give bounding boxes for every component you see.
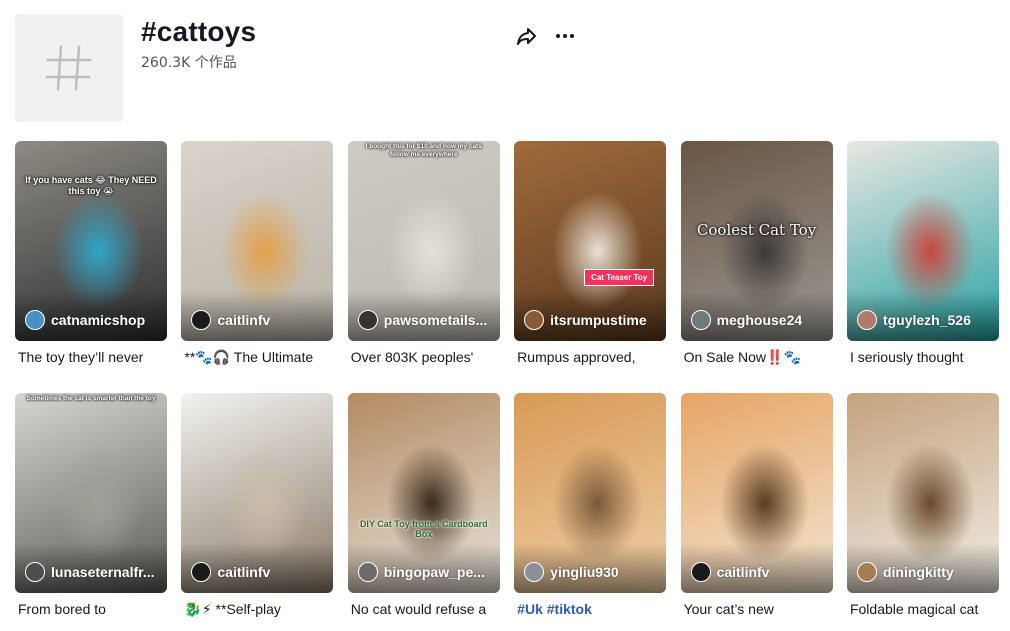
more-icon[interactable] — [553, 24, 577, 48]
video-overlay-text: DIY Cat Toy from a Cardboard Box — [359, 519, 488, 539]
video-thumbnail[interactable]: Sometimes the cat is smarter than the to… — [15, 393, 167, 593]
video-caption[interactable]: Over 803K peoples' — [348, 347, 496, 367]
author-row[interactable]: bingopaw_pe... — [357, 562, 494, 582]
video-card[interactable]: Coolest Cat Toy meghouse24 On Sale Now‼️🐾 — [680, 141, 833, 367]
author-name[interactable]: bingopaw_pe... — [384, 564, 485, 580]
video-card[interactable]: I bought this for $10 and now my cats fo… — [347, 141, 500, 367]
author-row[interactable]: yingliu930 — [524, 562, 660, 582]
video-caption[interactable]: On Sale Now‼️🐾 — [681, 347, 829, 367]
video-card[interactable]: Cat Teaser Toy itsrumpustime Rumpus approv… — [514, 141, 667, 367]
avatar[interactable] — [856, 310, 877, 330]
video-card[interactable]: yingliu930 #Uk #tiktok — [514, 393, 667, 619]
video-overlay-text: I bought this for $10 and now my cats fo… — [365, 143, 482, 158]
video-thumbnail[interactable]: yingliu930 — [514, 393, 667, 593]
avatar[interactable] — [191, 310, 212, 330]
author-row[interactable]: caitlinfv — [191, 310, 327, 330]
video-thumbnail[interactable]: DIY Cat Toy from a Cardboard Box bingopaw… — [347, 393, 500, 593]
video-caption[interactable]: Your cat’s new — [681, 599, 829, 619]
video-card[interactable]: DIY Cat Toy from a Cardboard Box bingopaw… — [347, 393, 500, 619]
video-thumbnail[interactable]: tguylezh_526 — [846, 141, 999, 341]
author-name[interactable]: itsrumpustime — [550, 312, 646, 328]
author-row[interactable]: lunaseternalfr... — [25, 562, 161, 582]
video-grid: If you have cats 😂 They NEED this toy 😭 c… — [15, 141, 1000, 619]
author-name[interactable]: caitlinfv — [717, 564, 770, 580]
video-overlay-text: Cat Teaser Toy — [584, 269, 655, 286]
video-overlay-text: Coolest Cat Toy — [696, 221, 817, 239]
video-thumbnail[interactable]: diningkitty — [846, 393, 999, 593]
avatar[interactable] — [690, 310, 711, 330]
video-card[interactable]: If you have cats 😂 They NEED this toy 😭 c… — [15, 141, 167, 367]
video-caption[interactable]: #Uk #tiktok — [514, 599, 662, 619]
author-name[interactable]: tguylezh_526 — [883, 312, 971, 328]
video-caption[interactable]: Foldable magical cat — [847, 599, 995, 619]
share-icon[interactable] — [515, 24, 539, 48]
video-card[interactable]: caitlinfv 🐉⚡ **Self-play — [181, 393, 334, 619]
video-count: 260.3K 个作品 — [141, 55, 237, 71]
author-row[interactable]: caitlinfv — [191, 562, 327, 582]
video-card[interactable]: caitlinfv Your cat’s new — [680, 393, 833, 619]
video-caption[interactable]: 🐉⚡ **Self-play — [181, 599, 329, 619]
video-thumbnail[interactable]: Coolest Cat Toy meghouse24 — [680, 141, 833, 341]
author-name[interactable]: catnamicshop — [51, 312, 145, 328]
video-card[interactable]: diningkitty Foldable magical cat — [846, 393, 999, 619]
avatar[interactable] — [191, 562, 212, 582]
video-caption[interactable]: From bored to — [15, 599, 163, 619]
avatar[interactable] — [524, 562, 545, 582]
avatar[interactable] — [25, 562, 45, 582]
author-name[interactable]: yingliu930 — [550, 564, 618, 580]
video-caption[interactable]: **🐾🎧 The Ultimate — [181, 347, 329, 367]
video-card[interactable]: Sometimes the cat is smarter than the to… — [15, 393, 167, 619]
author-name[interactable]: diningkitty — [883, 564, 954, 580]
page-title: #cattoys — [141, 16, 257, 47]
video-card[interactable]: caitlinfv **🐾🎧 The Ultimate — [181, 141, 334, 367]
author-row[interactable]: pawsometails... — [357, 310, 494, 330]
avatar[interactable] — [357, 562, 378, 582]
video-caption[interactable]: The toy they’ll never — [15, 347, 163, 367]
avatar[interactable] — [690, 562, 711, 582]
author-row[interactable]: itsrumpustime — [524, 310, 660, 330]
video-thumbnail[interactable]: Cat Teaser Toy itsrumpustime — [514, 141, 667, 341]
video-thumbnail[interactable]: caitlinfv — [181, 141, 334, 341]
hashtag-icon — [15, 14, 123, 122]
video-thumbnail[interactable]: If you have cats 😂 They NEED this toy 😭 c… — [15, 141, 167, 341]
author-row[interactable]: catnamicshop — [25, 310, 161, 330]
video-overlay-text: If you have cats 😂 They NEED this toy 😭 — [25, 175, 157, 196]
author-row[interactable]: caitlinfv — [690, 562, 827, 582]
avatar[interactable] — [25, 310, 45, 330]
tag-header: #cattoys 260.3K 个作品 — [15, 14, 995, 124]
video-caption[interactable]: I seriously thought — [847, 347, 995, 367]
video-caption[interactable]: No cat would refuse a — [348, 599, 496, 619]
author-row[interactable]: tguylezh_526 — [856, 310, 993, 330]
video-thumbnail[interactable]: caitlinfv — [181, 393, 334, 593]
author-row[interactable]: diningkitty — [856, 562, 993, 582]
avatar[interactable] — [856, 562, 877, 582]
avatar[interactable] — [357, 310, 378, 330]
avatar[interactable] — [524, 310, 545, 330]
video-thumbnail[interactable]: I bought this for $10 and now my cats fo… — [347, 141, 500, 341]
author-row[interactable]: meghouse24 — [690, 310, 827, 330]
video-thumbnail[interactable]: caitlinfv — [680, 393, 833, 593]
video-caption[interactable]: Rumpus approved, — [514, 347, 662, 367]
author-name[interactable]: caitlinfv — [217, 564, 270, 580]
author-name[interactable]: meghouse24 — [717, 312, 803, 328]
author-name[interactable]: pawsometails... — [384, 312, 487, 328]
author-name[interactable]: caitlinfv — [217, 312, 270, 328]
video-card[interactable]: tguylezh_526 I seriously thought — [846, 141, 999, 367]
video-overlay-text: Sometimes the cat is smarter than the to… — [26, 395, 156, 402]
author-name[interactable]: lunaseternalfr... — [51, 564, 154, 580]
